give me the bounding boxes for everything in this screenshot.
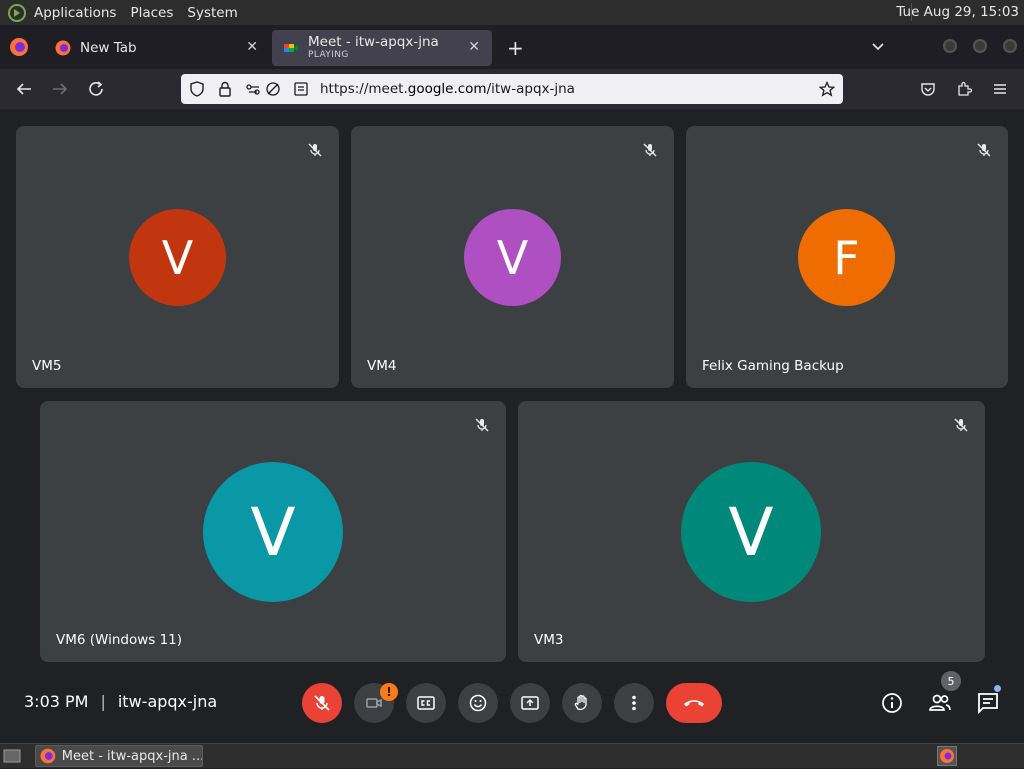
avatar: V (203, 462, 343, 602)
avatar: F (798, 209, 895, 306)
extensions-icon[interactable] (956, 81, 972, 97)
participant-tile[interactable]: F Felix Gaming Backup (686, 126, 1008, 388)
tab-new-tab[interactable]: New Tab ✕ (44, 30, 270, 66)
present-screen-button[interactable] (510, 683, 550, 723)
taskbar-window-meet[interactable]: Meet - itw-apqx-jna ... (35, 745, 203, 767)
more-options-button[interactable] (614, 683, 654, 723)
taskbar-window-title: Meet - itw-apqx-jna ... (61, 748, 202, 764)
participant-name: Felix Gaming Backup (702, 358, 844, 374)
meeting-details-icon[interactable] (880, 691, 904, 715)
minimize-button[interactable] (943, 39, 957, 53)
shield-icon[interactable] (189, 81, 205, 97)
mic-off-icon (314, 695, 330, 711)
avatar: V (129, 209, 226, 306)
participant-tile[interactable]: V VM4 (351, 126, 674, 388)
pocket-icon[interactable] (920, 81, 936, 97)
avatar-initial: V (728, 493, 774, 571)
reactions-button[interactable] (458, 683, 498, 723)
present-screen-icon (521, 696, 539, 710)
mic-off-icon (475, 418, 489, 432)
participant-name: VM4 (367, 358, 397, 374)
camera-warning-badge[interactable]: ! (380, 683, 398, 701)
lock-icon[interactable] (217, 81, 233, 97)
firefox-icon (40, 748, 56, 764)
menu-places[interactable]: Places (130, 5, 173, 21)
meeting-time: 3:03 PM (24, 692, 89, 711)
mic-off-icon (954, 418, 968, 432)
url-prefix: https://meet. (320, 81, 408, 97)
participant-name: VM5 (32, 358, 62, 374)
new-tab-button[interactable]: + (507, 36, 524, 60)
url-domain: google.com (407, 81, 487, 97)
forward-arrow-icon[interactable] (51, 80, 69, 98)
close-window-button[interactable] (1003, 39, 1017, 53)
hamburger-menu-icon[interactable] (992, 81, 1008, 97)
url-path: /itw-apqx-jna (486, 81, 575, 97)
menu-system[interactable]: System (187, 5, 237, 21)
reader-view-icon[interactable] (293, 81, 309, 97)
hand-icon (574, 694, 587, 711)
tab-playing-label: PLAYING (308, 50, 349, 61)
participant-name: VM6 (Windows 11) (56, 632, 183, 648)
participant-tile[interactable]: V VM6 (Windows 11) (40, 401, 506, 662)
avatar-initial: F (833, 230, 860, 285)
more-vert-icon (632, 695, 636, 711)
closed-captions-icon (417, 696, 435, 710)
avatar: V (681, 462, 821, 602)
permissions-icon[interactable] (245, 81, 261, 97)
distro-logo-icon[interactable] (8, 3, 26, 22)
google-meet-icon (284, 44, 298, 52)
mic-off-icon (977, 143, 991, 157)
hang-up-icon (684, 700, 704, 707)
system-clock[interactable]: Tue Aug 29, 15:03 (896, 4, 1019, 20)
chat-notification-dot (994, 685, 1001, 692)
meeting-info: 3:03 PM | itw-apqx-jna (24, 692, 217, 711)
leave-call-button[interactable] (666, 683, 722, 723)
separator: | (100, 692, 106, 711)
close-icon[interactable]: ✕ (246, 39, 258, 55)
bookmark-star-icon[interactable] (819, 81, 835, 97)
mic-off-icon (643, 143, 657, 157)
participant-name: VM3 (534, 632, 564, 648)
tab-meet[interactable]: Meet - itw-apqx-jna PLAYING ✕ (272, 30, 492, 66)
close-icon[interactable]: ✕ (468, 39, 480, 55)
emoji-icon (469, 694, 487, 712)
chevron-down-icon[interactable] (870, 38, 886, 54)
tab-title: New Tab (80, 40, 137, 56)
chat-icon[interactable] (976, 691, 1000, 715)
firefox-icon (940, 749, 954, 763)
captions-button[interactable] (406, 683, 446, 723)
firefox-icon (55, 40, 71, 56)
people-count-badge: 5 (941, 671, 961, 691)
people-icon[interactable] (928, 691, 952, 715)
avatar-initial: V (161, 230, 194, 285)
system-panel: Applications Places System Tue Aug 29, 1… (0, 0, 1024, 25)
mic-off-icon (308, 143, 322, 157)
mic-toggle-button[interactable] (302, 683, 342, 723)
url-text[interactable]: https://meet.google.com/itw-apqx-jna (320, 81, 575, 97)
maximize-button[interactable] (973, 39, 987, 53)
camera-blocked-icon[interactable] (265, 81, 281, 97)
participant-tile[interactable]: V VM3 (518, 401, 985, 662)
avatar: V (464, 209, 561, 306)
workspace-switcher[interactable] (937, 746, 957, 766)
raise-hand-button[interactable] (562, 683, 602, 723)
tab-title: Meet - itw-apqx-jna (308, 33, 439, 50)
firefox-view-icon[interactable] (9, 37, 29, 57)
avatar-initial: V (250, 493, 296, 571)
reload-icon[interactable] (87, 80, 105, 98)
meeting-code: itw-apqx-jna (117, 692, 218, 711)
back-arrow-icon[interactable] (15, 80, 33, 98)
participant-tile[interactable]: V VM5 (16, 126, 339, 388)
avatar-initial: V (496, 230, 529, 285)
menu-applications[interactable]: Applications (34, 5, 116, 21)
show-desktop-icon[interactable] (3, 748, 21, 764)
